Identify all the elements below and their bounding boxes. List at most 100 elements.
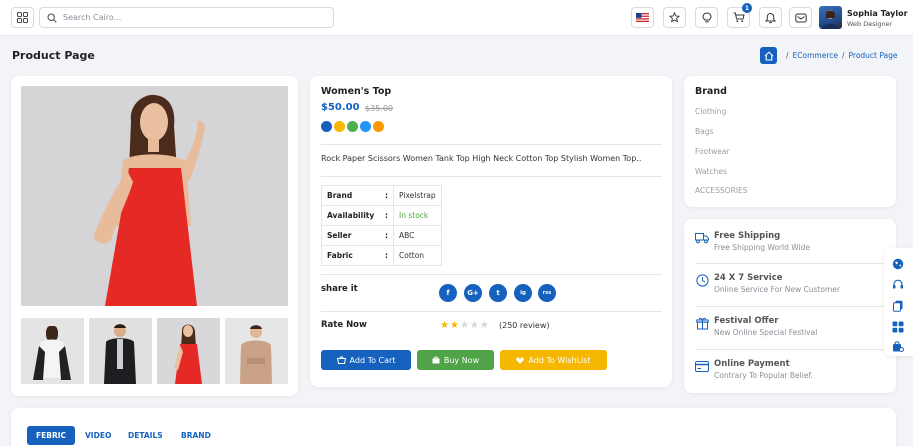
theme-toggle-button[interactable]	[695, 7, 718, 28]
tab-brand[interactable]: BRAND	[181, 426, 211, 445]
product-thumbnail-4[interactable]	[225, 318, 288, 384]
facebook-icon: f	[446, 289, 450, 297]
rss-share-button[interactable]: rss	[538, 284, 556, 302]
color-swatch[interactable]	[347, 121, 358, 132]
rss-icon: rss	[542, 290, 552, 296]
avatar-person-icon	[822, 10, 839, 29]
breadcrumb-separator: /	[786, 51, 789, 60]
rating-star-icon[interactable]: ★	[470, 320, 480, 331]
product-thumbnail-2[interactable]	[89, 318, 152, 384]
home-icon	[764, 50, 773, 61]
spec-key-label: Availability	[327, 211, 375, 220]
color-swatch[interactable]	[373, 121, 384, 132]
spec-separator: :	[385, 191, 388, 200]
spec-key: Brand:	[321, 185, 394, 206]
message-icon	[794, 13, 807, 22]
heart-icon	[516, 356, 525, 364]
search-box[interactable]	[39, 7, 334, 28]
spec-separator: :	[385, 231, 388, 240]
service-subtitle-free-shipping: Free Shipping World Wide	[714, 243, 810, 252]
spec-separator: :	[385, 251, 388, 260]
twitter-icon: t	[496, 289, 500, 297]
spec-row: Seller: ABC	[321, 225, 442, 246]
clock-icon	[695, 273, 709, 287]
breadcrumb: / ECommerce / Product Page	[782, 51, 898, 60]
facebook-share-button[interactable]: f	[439, 284, 457, 302]
divider	[695, 349, 885, 350]
shopping-bag-rail-icon[interactable]	[892, 340, 904, 352]
rating-stars[interactable]: ★★★★★	[440, 320, 490, 331]
page-title: Product Page	[12, 49, 95, 62]
instagram-share-button[interactable]: ig	[514, 284, 532, 302]
search-input[interactable]	[63, 13, 323, 22]
google-plus-share-button[interactable]: G+	[464, 284, 482, 302]
rating-star-icon[interactable]: ★	[480, 320, 490, 331]
breadcrumb-item-ecommerce[interactable]: ECommerce	[793, 51, 838, 60]
product-main-image[interactable]	[21, 86, 288, 306]
apps-grid-icon[interactable]	[892, 321, 904, 333]
color-swatch[interactable]	[334, 121, 345, 132]
cart-badge: 1	[742, 3, 752, 13]
lightbulb-icon	[701, 11, 712, 22]
notifications-button[interactable]	[759, 7, 782, 28]
breadcrumb-home-button[interactable]	[760, 47, 777, 64]
brand-item-bags[interactable]: Bags	[695, 127, 713, 136]
globe-icon[interactable]	[892, 258, 904, 270]
buy-now-label: Buy Now	[443, 355, 480, 365]
brand-title: Brand	[695, 86, 727, 97]
product-thumbnail-1[interactable]	[21, 318, 84, 384]
buy-now-button[interactable]: Buy Now	[417, 350, 494, 370]
service-title-24x7: 24 X 7 Service	[714, 273, 783, 283]
shopping-basket-icon	[336, 356, 346, 364]
model-red-dress-image	[21, 86, 288, 306]
product-thumbnail-3[interactable]	[157, 318, 220, 384]
rating-star-icon[interactable]: ★	[450, 320, 460, 331]
spec-key-label: Brand	[327, 191, 353, 200]
divider	[321, 311, 662, 312]
breadcrumb-item-product-page: Product Page	[848, 51, 898, 60]
brand-item-accessories[interactable]: ACCESSORIES	[695, 186, 748, 195]
add-to-cart-label: Add To Cart	[349, 355, 396, 365]
bookmark-star-button[interactable]	[663, 7, 686, 28]
tab-details[interactable]: DETAILS	[128, 426, 163, 445]
divider	[321, 144, 662, 145]
service-title-festival-offer: Festival Offer	[714, 316, 779, 326]
spec-row: Availability: In stock	[321, 205, 442, 226]
product-name: Women's Top	[321, 86, 392, 97]
google-plus-icon: G+	[467, 289, 479, 297]
breadcrumb-separator: /	[841, 51, 845, 60]
rating-star-icon[interactable]: ★	[440, 320, 450, 331]
brand-item-clothing[interactable]: Clothing	[695, 107, 726, 116]
add-to-cart-button[interactable]: Add To Cart	[321, 350, 411, 370]
messages-button[interactable]	[789, 7, 812, 28]
spec-row: Fabric: Cotton	[321, 245, 442, 266]
brand-item-watches[interactable]: Watches	[695, 167, 727, 176]
twitter-share-button[interactable]: t	[489, 284, 507, 302]
menu-grid-button[interactable]	[11, 7, 34, 28]
color-swatch[interactable]	[360, 121, 371, 132]
tab-video[interactable]: VIDEO	[85, 426, 111, 445]
share-label: share it	[321, 284, 358, 294]
floating-side-rail	[884, 248, 913, 356]
star-icon	[669, 12, 680, 23]
copy-document-icon[interactable]	[892, 300, 904, 312]
spec-value: In stock	[393, 205, 442, 226]
add-to-wishlist-button[interactable]: Add To WishList	[500, 350, 607, 370]
shopping-bag-icon	[432, 356, 440, 364]
divider	[695, 263, 885, 264]
truck-icon	[695, 231, 709, 245]
brand-item-footwear[interactable]: Footwear	[695, 147, 730, 156]
thumbnail-red-dress-image	[157, 318, 220, 384]
headset-icon[interactable]	[892, 279, 904, 291]
bell-icon	[765, 12, 776, 23]
language-flag-button[interactable]	[631, 7, 654, 28]
rating-star-icon[interactable]: ★	[460, 320, 470, 331]
spec-key: Seller:	[321, 225, 394, 246]
user-role: Web Designer	[847, 20, 893, 28]
cart-button[interactable]: 1	[727, 3, 752, 28]
tab-febric[interactable]: FEBRIC	[27, 426, 76, 445]
user-avatar[interactable]	[819, 6, 842, 29]
spec-key-label: Seller	[327, 231, 352, 240]
product-spec-table: Brand: Pixelstrap Availability: In stock Sel…	[321, 185, 442, 266]
color-swatch[interactable]	[321, 121, 332, 132]
